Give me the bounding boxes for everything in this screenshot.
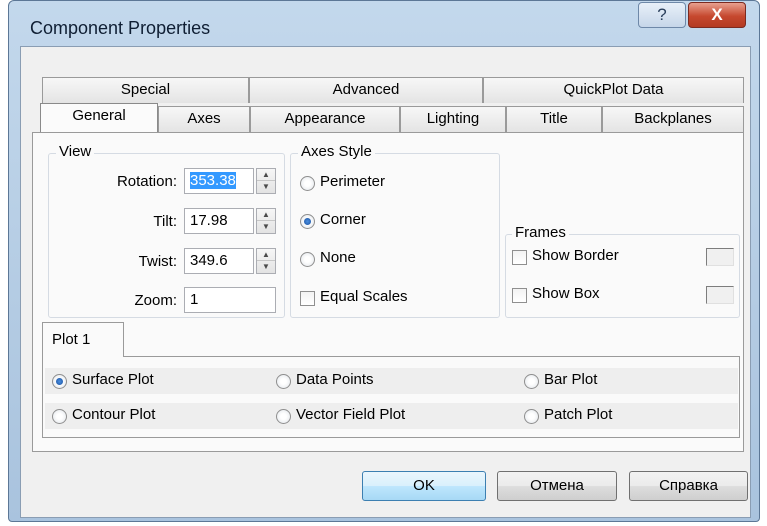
corner-label: Corner (320, 211, 366, 228)
contour-plot-label: Contour Plot (72, 406, 156, 423)
tab-advanced[interactable]: Advanced (249, 77, 483, 103)
surface-plot-radio[interactable] (52, 374, 67, 389)
patch-plot-radio[interactable] (524, 409, 539, 424)
tab-lighting[interactable]: Lighting (400, 106, 506, 132)
ok-button[interactable]: OK (362, 471, 486, 501)
vector-field-plot-radio[interactable] (276, 409, 291, 424)
show-border-checkbox[interactable] (512, 250, 527, 265)
border-color-swatch[interactable] (706, 248, 734, 266)
window-title: Component Properties (30, 18, 211, 38)
spin-up-icon[interactable]: ▲ (257, 169, 275, 181)
tab-special[interactable]: Special (42, 77, 249, 103)
bar-plot-label: Bar Plot (544, 371, 598, 388)
spin-down-icon[interactable]: ▼ (257, 261, 275, 273)
show-box-checkbox[interactable] (512, 288, 527, 303)
data-points-radio[interactable] (276, 374, 291, 389)
perimeter-radio[interactable] (300, 176, 315, 191)
none-label: None (320, 249, 356, 266)
axes-style-legend: Axes Style (298, 143, 375, 160)
twist-label: Twist: (138, 253, 177, 270)
perimeter-label: Perimeter (320, 173, 386, 190)
twist-field[interactable]: 349.6 (184, 248, 254, 274)
spin-down-icon[interactable]: ▼ (257, 181, 275, 193)
tab-appearance[interactable]: Appearance (250, 106, 400, 132)
spin-down-icon[interactable]: ▼ (257, 221, 275, 233)
corner-radio[interactable] (300, 214, 315, 229)
view-group-legend: View (56, 143, 95, 160)
rotation-label: Rotation: (116, 173, 177, 190)
rotation-field[interactable]: 353.38 (184, 168, 254, 194)
zoom-label: Zoom: (134, 292, 177, 309)
surface-plot-label: Surface Plot (72, 371, 154, 388)
frames-legend: Frames (512, 224, 569, 241)
rotation-value: 353.38 (190, 172, 236, 189)
tilt-spinner[interactable]: ▲ ▼ (256, 208, 276, 234)
rotation-spinner[interactable]: ▲ ▼ (256, 168, 276, 194)
help-title-button[interactable]: ? (638, 2, 686, 28)
spin-up-icon[interactable]: ▲ (257, 249, 275, 261)
show-box-label: Show Box (532, 285, 600, 302)
zoom-field[interactable]: 1 (184, 287, 276, 313)
vector-field-plot-label: Vector Field Plot (296, 406, 406, 423)
tab-title[interactable]: Title (506, 106, 602, 132)
patch-plot-label: Patch Plot (544, 406, 613, 423)
tilt-field[interactable]: 17.98 (184, 208, 254, 234)
tilt-label: Tilt: (153, 213, 177, 230)
bar-plot-radio[interactable] (524, 374, 539, 389)
show-border-label: Show Border (532, 247, 619, 264)
contour-plot-radio[interactable] (52, 409, 67, 424)
cancel-button[interactable]: Отмена (497, 471, 617, 501)
twist-spinner[interactable]: ▲ ▼ (256, 248, 276, 274)
tab-axes[interactable]: Axes (158, 106, 250, 132)
tab-plot-1[interactable]: Plot 1 (42, 322, 124, 357)
spin-up-icon[interactable]: ▲ (257, 209, 275, 221)
help-button[interactable]: Справка (629, 471, 748, 501)
none-radio[interactable] (300, 252, 315, 267)
equal-scales-checkbox[interactable] (300, 291, 315, 306)
tab-backplanes[interactable]: Backplanes (602, 106, 744, 132)
equal-scales-label: Equal Scales (320, 288, 408, 305)
tab-general[interactable]: General (40, 103, 158, 132)
tab-quickplot-data[interactable]: QuickPlot Data (483, 77, 744, 103)
data-points-label: Data Points (296, 371, 374, 388)
close-button[interactable]: X (688, 2, 746, 28)
box-color-swatch[interactable] (706, 286, 734, 304)
